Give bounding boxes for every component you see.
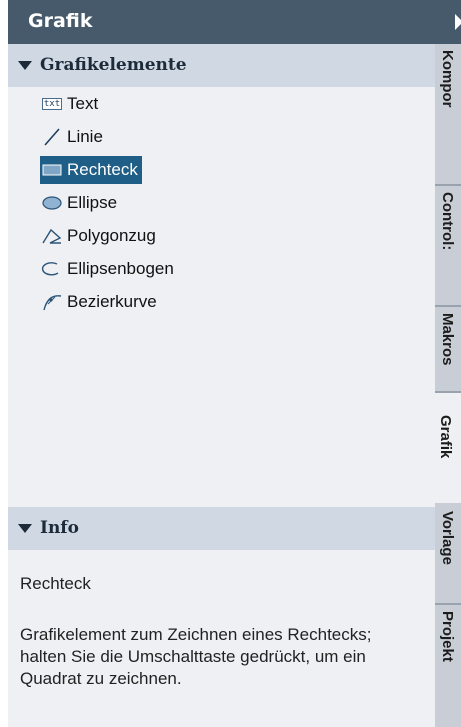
- panel-header: Grafik: [8, 0, 461, 44]
- polygon-icon: [40, 226, 64, 246]
- bezier-icon: [40, 292, 64, 312]
- tab-label: Grafik: [437, 415, 454, 459]
- item-label: Rechteck: [67, 160, 138, 179]
- panel-body: Grafikelemente txt Text Linie Rechteck E…: [8, 44, 435, 727]
- item-bezier[interactable]: Bezierkurve: [40, 288, 157, 316]
- item-line[interactable]: Linie: [40, 123, 103, 151]
- line-icon: [40, 127, 64, 147]
- item-ellipse[interactable]: Ellipse: [40, 189, 117, 217]
- info-section-label: Info: [40, 518, 79, 538]
- info-title: Rechteck: [20, 574, 91, 593]
- text-icon: txt: [41, 98, 63, 110]
- info-description-line: halten Sie die Umschalttaste gedrückt, u…: [20, 647, 366, 666]
- graphics-section-header[interactable]: Grafikelemente: [8, 44, 435, 87]
- rectangle-icon: [40, 160, 64, 180]
- panel-title: Grafik: [28, 10, 93, 32]
- info-description: Grafikelement zum Zeichnen eines Rechtec…: [20, 624, 372, 690]
- item-label: Ellipsenbogen: [67, 259, 174, 278]
- tab-control[interactable]: Control:: [435, 186, 461, 307]
- tab-label: Vorlage: [439, 511, 456, 565]
- tab-label: Control:: [439, 192, 456, 251]
- item-label: Bezierkurve: [67, 292, 157, 311]
- item-rectangle[interactable]: Rechteck: [40, 156, 142, 184]
- info-description-line: Grafikelement zum Zeichnen eines Rechtec…: [20, 625, 372, 644]
- side-tab-bar: Kompor Control: Makros Grafik Vorlage Pr…: [433, 44, 461, 727]
- tab-kompor[interactable]: Kompor: [435, 44, 461, 186]
- info-section-header[interactable]: Info: [8, 507, 435, 550]
- tab-label: Makros: [439, 313, 456, 366]
- item-label: Polygonzug: [67, 226, 156, 245]
- item-ellipse-arc[interactable]: Ellipsenbogen: [40, 255, 174, 283]
- item-label: Ellipse: [67, 193, 118, 212]
- graphics-section-label: Grafikelemente: [40, 55, 187, 75]
- tab-makros[interactable]: Makros: [435, 307, 461, 393]
- item-text[interactable]: txt Text: [40, 90, 98, 118]
- collapse-arrow-icon[interactable]: [455, 14, 461, 30]
- tab-projekt[interactable]: Projekt: [435, 605, 461, 727]
- item-label: Text: [67, 94, 99, 113]
- tab-label: Projekt: [439, 611, 456, 662]
- item-label: Linie: [67, 127, 103, 146]
- expand-triangle-icon: [18, 61, 32, 70]
- info-description-line: Quadrat zu zeichnen.: [20, 669, 182, 688]
- ellipse-arc-icon: [40, 259, 64, 279]
- tab-label: Kompor: [439, 50, 456, 108]
- tab-grafik[interactable]: Grafik: [433, 393, 461, 503]
- expand-triangle-icon: [18, 524, 32, 533]
- item-polygon[interactable]: Polygonzug: [40, 222, 156, 250]
- tab-vorlage[interactable]: Vorlage: [435, 505, 461, 605]
- ellipse-icon: [40, 193, 64, 213]
